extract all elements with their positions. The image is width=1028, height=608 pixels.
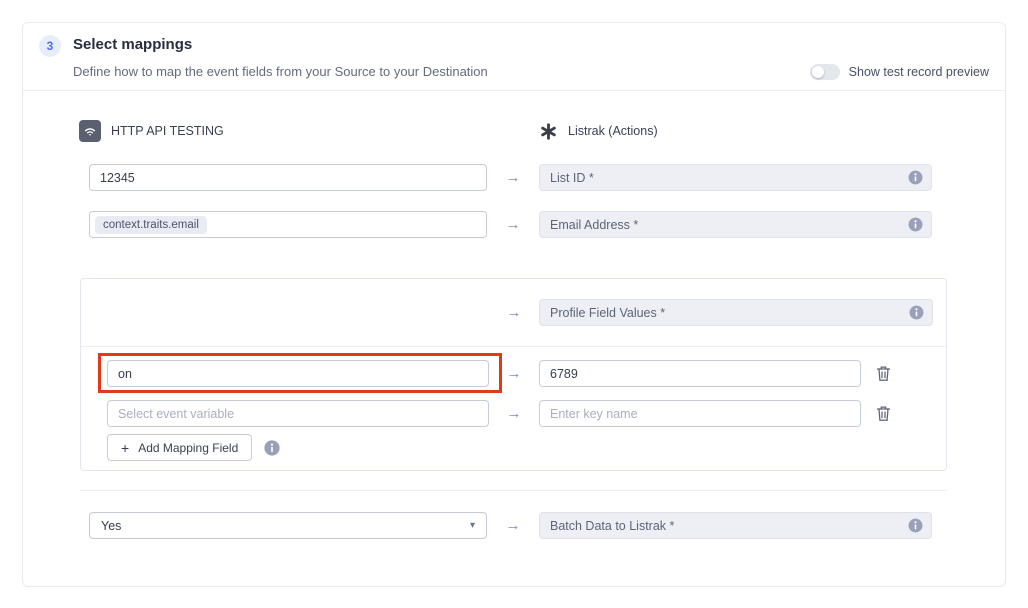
mapping-row-kv-1: → — [107, 360, 947, 387]
plus-icon: + — [121, 440, 129, 456]
select-mappings-card: 3 Select mappings Define how to map the … — [22, 22, 1006, 587]
info-icon[interactable] — [908, 170, 923, 185]
profile-destination-field: Profile Field Values * — [539, 299, 933, 326]
batch-label: Batch Data to Listrak * — [550, 519, 674, 533]
list-id-destination-field: List ID * — [539, 164, 932, 191]
toggle-label: Show test record preview — [849, 65, 989, 79]
page-title: Select mappings — [73, 36, 192, 53]
info-icon[interactable] — [908, 217, 923, 232]
section-divider — [80, 490, 947, 491]
mapping-row-profile-field-values: → Profile Field Values * — [107, 299, 933, 326]
listrak-asterisk-icon — [539, 122, 558, 141]
destination-name: Listrak (Actions) — [568, 124, 658, 138]
email-destination-field: Email Address * — [539, 211, 932, 238]
delete-row-button[interactable] — [861, 405, 905, 422]
partner-header-row: HTTP API TESTING Listrak (Actions) — [89, 119, 932, 143]
batch-destination-field: Batch Data to Listrak * — [539, 512, 932, 539]
email-label: Email Address * — [550, 218, 638, 232]
event-variable-chip[interactable]: context.traits.email — [95, 216, 207, 234]
header-divider — [23, 90, 1005, 91]
mapping-row-email: context.traits.email → Email Address * — [89, 211, 932, 238]
add-mapping-field-button[interactable]: + Add Mapping Field — [107, 434, 252, 461]
add-mapping-field-label: Add Mapping Field — [138, 441, 238, 455]
batch-select-value: Yes — [101, 519, 121, 533]
email-source-input[interactable]: context.traits.email — [89, 211, 487, 238]
profile-field-values-box: → Profile Field Values * → — [80, 278, 947, 471]
destination-header: Listrak (Actions) — [539, 122, 932, 141]
source-header: HTTP API TESTING — [79, 120, 487, 142]
mapping-row-list-id: → List ID * — [89, 164, 932, 191]
box-divider — [81, 346, 946, 347]
delete-row-button[interactable] — [861, 365, 905, 382]
arrow-right-icon: → — [489, 304, 539, 321]
kv1-key-name-input[interactable] — [539, 360, 861, 387]
batch-select[interactable]: Yes ▾ — [89, 512, 487, 539]
arrow-right-icon: → — [487, 169, 539, 186]
step-number-badge: 3 — [39, 35, 61, 57]
kv2-variable-input[interactable] — [107, 400, 489, 427]
info-icon[interactable] — [264, 440, 280, 456]
arrow-right-icon: → — [489, 405, 539, 422]
toggle-knob — [812, 66, 824, 78]
chevron-down-icon: ▾ — [470, 520, 475, 531]
arrow-right-icon: → — [487, 517, 539, 534]
info-icon[interactable] — [908, 518, 923, 533]
list-id-source-input[interactable] — [89, 164, 487, 191]
test-record-preview-toggle-group: Show test record preview — [810, 64, 989, 80]
arrow-right-icon: → — [487, 216, 539, 233]
profile-label: Profile Field Values * — [550, 306, 665, 320]
arrow-right-icon: → — [489, 365, 539, 382]
show-test-record-preview-toggle[interactable] — [810, 64, 840, 80]
kv2-key-name-input[interactable] — [539, 400, 861, 427]
add-mapping-field-row: + Add Mapping Field — [107, 434, 280, 461]
kv1-variable-input[interactable] — [107, 360, 489, 387]
wifi-icon — [79, 120, 101, 142]
mapping-row-batch: Yes ▾ → Batch Data to Listrak * — [89, 512, 932, 539]
list-id-label: List ID * — [550, 171, 594, 185]
info-icon[interactable] — [909, 305, 924, 320]
mapping-row-kv-2: → — [107, 400, 947, 427]
page-subtitle: Define how to map the event fields from … — [73, 64, 488, 79]
source-name: HTTP API TESTING — [111, 124, 224, 138]
